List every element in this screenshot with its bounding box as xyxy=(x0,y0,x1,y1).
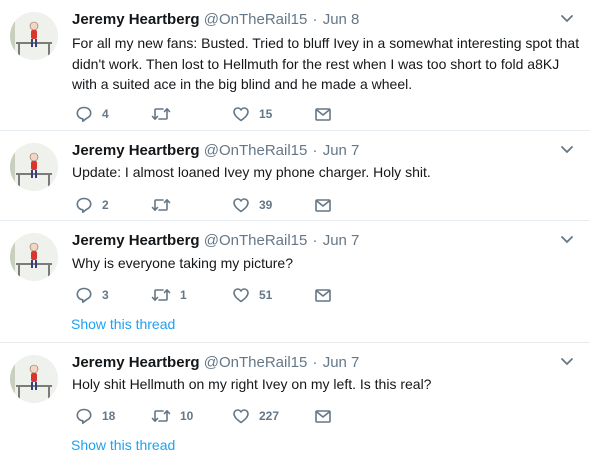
retweet-icon xyxy=(151,410,171,422)
tweet-header: Jeremy Heartberg @OnTheRail15 · Jun 7 xyxy=(72,231,359,251)
direct-message-button[interactable] xyxy=(314,285,332,305)
chevron-down-icon[interactable] xyxy=(560,235,574,245)
tweet-date[interactable]: Jun 7 xyxy=(323,232,360,249)
reply-count: 18 xyxy=(102,409,116,423)
reply-icon xyxy=(76,287,92,303)
author-handle[interactable]: @OnTheRail15 xyxy=(204,354,308,371)
retweet-icon xyxy=(151,199,171,211)
author-handle[interactable]: @OnTheRail15 xyxy=(204,11,308,28)
like-button[interactable]: 227 xyxy=(232,406,279,426)
reply-count: 2 xyxy=(102,198,109,212)
reply-icon xyxy=(76,106,92,122)
tweet-date[interactable]: Jun 7 xyxy=(323,142,360,159)
retweet-button[interactable] xyxy=(151,195,180,215)
tweet-header: Jeremy Heartberg @OnTheRail15 · Jun 8 xyxy=(72,10,359,30)
tweet-text: For all my new fans: Busted. Tried to bl… xyxy=(72,35,580,92)
direct-message-button[interactable] xyxy=(314,406,332,426)
avatar-illustration xyxy=(10,355,58,403)
reply-button[interactable]: 18 xyxy=(75,406,115,426)
heart-icon xyxy=(233,288,249,303)
tweet-date[interactable]: Jun 7 xyxy=(323,354,360,371)
tweet-feed: Jeremy Heartberg @OnTheRail15 · Jun 8 Fo… xyxy=(0,0,590,459)
chevron-down-icon[interactable] xyxy=(560,145,574,155)
like-count: 15 xyxy=(259,107,273,121)
tweet[interactable]: Jeremy Heartberg @OnTheRail15 · Jun 7 Wh… xyxy=(0,221,590,343)
envelope-icon xyxy=(315,289,331,302)
tweet-actions: 3 1 51 xyxy=(72,285,372,305)
heart-icon xyxy=(233,198,249,213)
tweet-actions: 18 10 227 xyxy=(72,406,372,426)
retweet-button[interactable]: 1 xyxy=(151,285,187,305)
tweet-header: Jeremy Heartberg @OnTheRail15 · Jun 7 xyxy=(72,353,359,373)
chevron-down-icon[interactable] xyxy=(560,14,574,24)
author-name[interactable]: Jeremy Heartberg xyxy=(72,11,200,28)
heart-icon xyxy=(233,107,249,122)
like-button[interactable]: 39 xyxy=(232,195,272,215)
like-count: 227 xyxy=(259,409,280,423)
direct-message-button[interactable] xyxy=(314,104,332,124)
reply-icon xyxy=(76,197,92,213)
avatar[interactable] xyxy=(10,233,58,281)
separator-dot: · xyxy=(312,354,318,371)
retweet-count: 1 xyxy=(180,288,187,302)
retweet-button[interactable] xyxy=(151,104,180,124)
retweet-icon xyxy=(151,108,171,120)
author-handle[interactable]: @OnTheRail15 xyxy=(204,232,308,249)
tweet-text: Update: I almost loaned Ivey my phone ch… xyxy=(72,164,431,180)
reply-icon xyxy=(76,408,92,424)
reply-count: 3 xyxy=(102,288,109,302)
separator-dot: · xyxy=(312,11,318,28)
envelope-icon xyxy=(315,108,331,121)
avatar-illustration xyxy=(10,233,58,281)
author-name[interactable]: Jeremy Heartberg xyxy=(72,354,200,371)
author-name[interactable]: Jeremy Heartberg xyxy=(72,232,200,249)
like-button[interactable]: 51 xyxy=(232,285,272,305)
reply-count: 4 xyxy=(102,107,109,121)
chevron-down-icon[interactable] xyxy=(560,357,574,367)
tweet-actions: 2 39 xyxy=(72,195,372,215)
reply-button[interactable]: 4 xyxy=(75,104,109,124)
reply-button[interactable]: 2 xyxy=(75,195,109,215)
like-count: 51 xyxy=(259,288,273,302)
retweet-icon xyxy=(151,289,171,301)
avatar[interactable] xyxy=(10,143,58,191)
tweet-text: Why is everyone taking my picture? xyxy=(72,255,293,271)
tweet-text: Holy shit Hellmuth on my right Ivey on m… xyxy=(72,376,432,392)
avatar[interactable] xyxy=(10,355,58,403)
avatar[interactable] xyxy=(10,12,58,60)
tweet[interactable]: Jeremy Heartberg @OnTheRail15 · Jun 7 Ho… xyxy=(0,343,590,459)
avatar-illustration xyxy=(10,12,58,60)
direct-message-button[interactable] xyxy=(314,195,332,215)
envelope-icon xyxy=(315,199,331,212)
avatar-illustration xyxy=(10,143,58,191)
separator-dot: · xyxy=(312,142,318,159)
tweet-header: Jeremy Heartberg @OnTheRail15 · Jun 7 xyxy=(72,141,359,161)
like-button[interactable]: 15 xyxy=(232,104,272,124)
separator-dot: · xyxy=(312,232,318,249)
envelope-icon xyxy=(315,410,331,423)
author-handle[interactable]: @OnTheRail15 xyxy=(204,142,308,159)
tweet-actions: 4 15 xyxy=(72,104,372,124)
retweet-count: 10 xyxy=(180,409,194,423)
like-count: 39 xyxy=(259,198,273,212)
show-thread-link[interactable]: Show this thread xyxy=(71,437,175,453)
tweet-date[interactable]: Jun 8 xyxy=(323,11,360,28)
show-thread-link[interactable]: Show this thread xyxy=(71,316,175,332)
author-name[interactable]: Jeremy Heartberg xyxy=(72,142,200,159)
tweet[interactable]: Jeremy Heartberg @OnTheRail15 · Jun 8 Fo… xyxy=(0,0,590,131)
tweet[interactable]: Jeremy Heartberg @OnTheRail15 · Jun 7 Up… xyxy=(0,131,590,221)
reply-button[interactable]: 3 xyxy=(75,285,109,305)
retweet-button[interactable]: 10 xyxy=(151,406,193,426)
heart-icon xyxy=(233,409,249,424)
